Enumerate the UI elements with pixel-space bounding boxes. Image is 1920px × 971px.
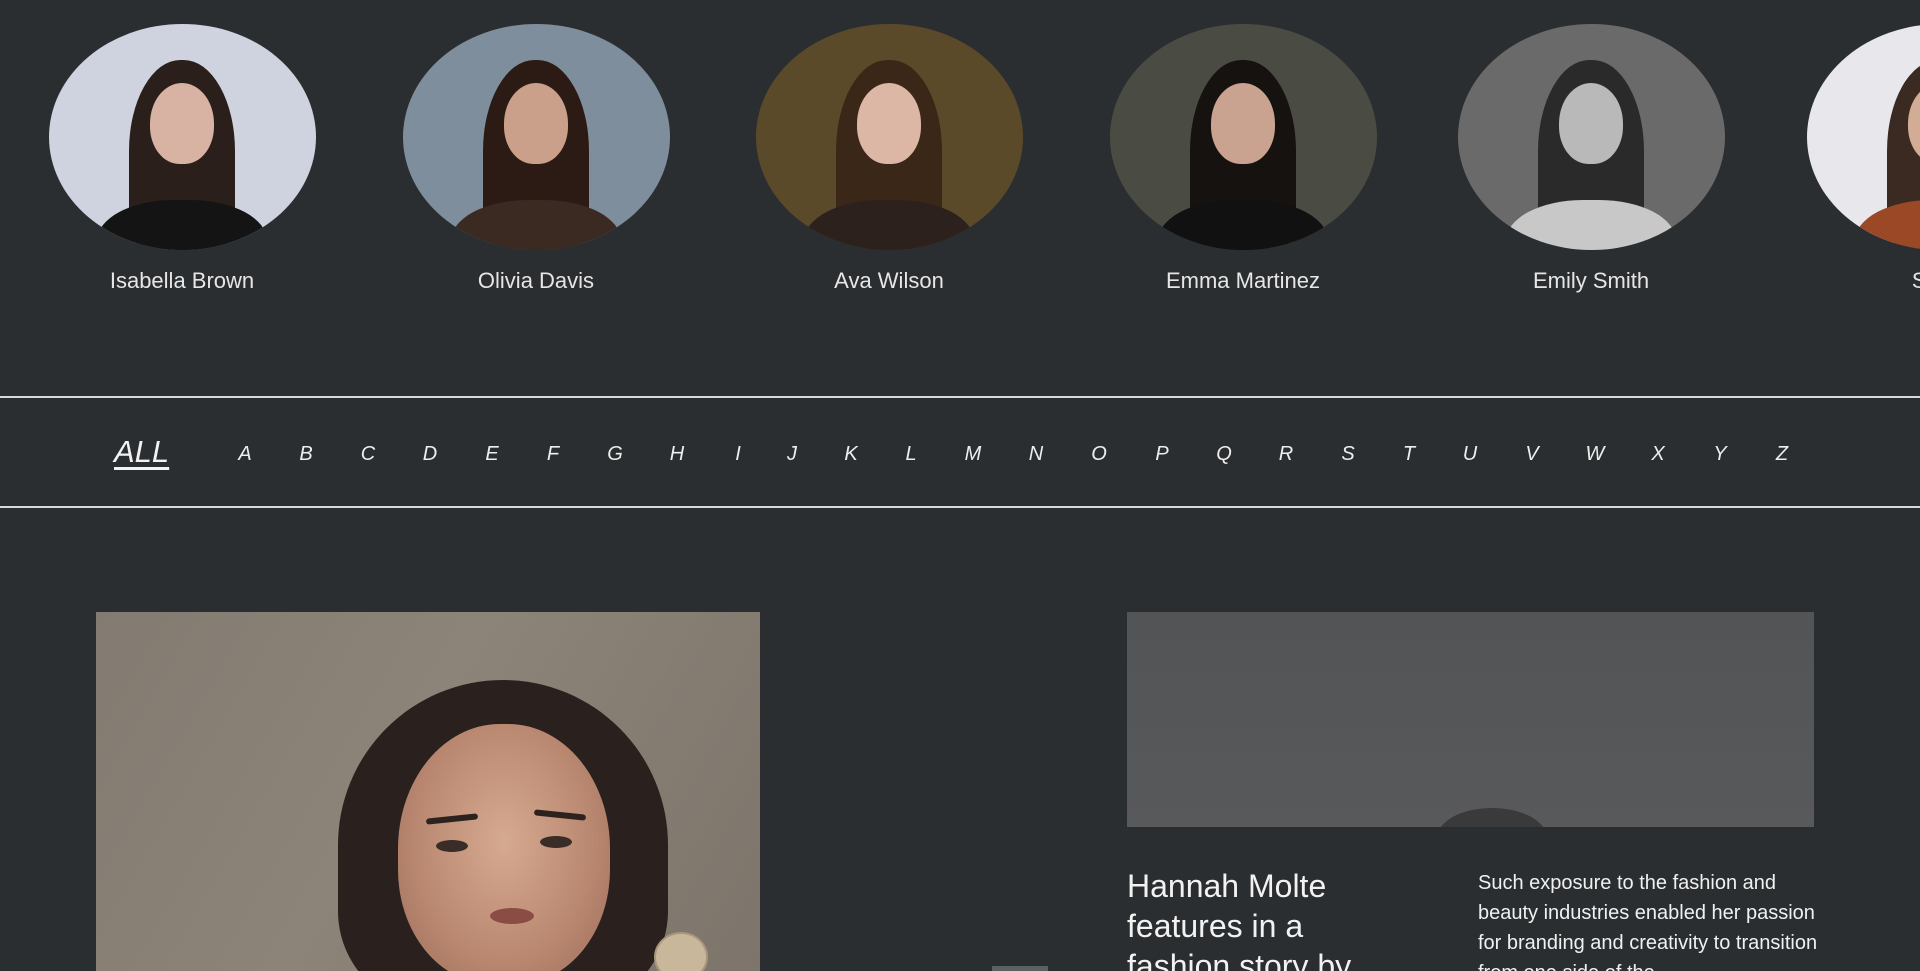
avatar-face — [503, 82, 569, 165]
alphabet-filter-bar: ALL A B C D E F G H I J K L M N O P Q R S T U V W X Y Z — [0, 396, 1920, 508]
photo-earring — [654, 932, 708, 971]
featured-story-title[interactable]: Hannah Molte features in a fashion story… — [1127, 866, 1397, 971]
filter-letter-h[interactable]: H — [662, 443, 692, 466]
model-name[interactable]: Isabella Brown — [32, 268, 332, 294]
featured-story-image-right[interactable] — [1127, 612, 1814, 827]
filter-letter-b[interactable]: B — [291, 443, 321, 466]
model-avatar[interactable] — [755, 24, 1023, 250]
filter-letter-o[interactable]: O — [1084, 443, 1114, 466]
filter-letter-n[interactable]: N — [1021, 443, 1051, 466]
featured-story-excerpt: Such exposure to the fashion and beauty … — [1478, 872, 1818, 971]
filter-letter-u[interactable]: U — [1455, 443, 1485, 466]
filter-letter-t[interactable]: T — [1394, 443, 1424, 466]
model-card-emma-martinez[interactable]: Emma Martinez — [1093, 24, 1393, 294]
filter-letter-g[interactable]: G — [600, 443, 630, 466]
model-avatar[interactable] — [1806, 24, 1920, 250]
page: Isabella Brown Olivia Davis Ava Wilson E… — [0, 0, 1920, 971]
avatar-face — [1558, 82, 1624, 165]
filter-letter-s[interactable]: S — [1333, 443, 1363, 466]
photo-head-silhouette — [1437, 808, 1547, 827]
filter-letter-d[interactable]: D — [415, 443, 445, 466]
filter-letter-k[interactable]: K — [836, 443, 866, 466]
filter-letter-w[interactable]: W — [1580, 443, 1610, 466]
photo-lips — [490, 908, 534, 924]
filter-letter-e[interactable]: E — [477, 443, 507, 466]
model-name[interactable]: Ava Wilson — [739, 268, 1039, 294]
filter-letter-c[interactable]: C — [353, 443, 383, 466]
filter-letter-f[interactable]: F — [538, 443, 568, 466]
model-avatar[interactable] — [48, 24, 316, 250]
filter-letter-i[interactable]: I — [723, 443, 753, 466]
model-avatar[interactable] — [1109, 24, 1377, 250]
model-card-olivia-davis[interactable]: Olivia Davis — [386, 24, 686, 294]
model-name[interactable]: Emily Smith — [1441, 268, 1741, 294]
model-card-emily-smith[interactable]: Emily Smith — [1441, 24, 1741, 294]
avatar-face — [149, 82, 215, 165]
avatar-face — [856, 82, 922, 165]
model-avatar[interactable] — [402, 24, 670, 250]
avatar-face — [1210, 82, 1276, 165]
filter-all-link[interactable]: ALL — [114, 434, 169, 470]
scroll-indicator — [992, 966, 1048, 971]
model-name[interactable]: Emma Martinez — [1093, 268, 1393, 294]
model-card-isabella-brown[interactable]: Isabella Brown — [32, 24, 332, 294]
filter-letter-q[interactable]: Q — [1209, 443, 1239, 466]
photo-eye-left — [436, 840, 468, 852]
filter-letter-x[interactable]: X — [1643, 443, 1673, 466]
model-name[interactable]: Olivia Davis — [386, 268, 686, 294]
filter-letter-z[interactable]: Z — [1767, 443, 1797, 466]
filter-letter-l[interactable]: L — [896, 443, 926, 466]
model-carousel[interactable]: Isabella Brown Olivia Davis Ava Wilson E… — [0, 0, 1920, 330]
filter-letter-j[interactable]: J — [777, 443, 807, 466]
photo-face — [398, 724, 610, 971]
model-card-ava-wilson[interactable]: Ava Wilson — [739, 24, 1039, 294]
filter-letter-p[interactable]: P — [1147, 443, 1177, 466]
filter-letter-m[interactable]: M — [958, 443, 988, 466]
featured-story-image-left[interactable] — [96, 612, 760, 971]
filter-letter-a[interactable]: A — [230, 443, 260, 466]
filter-letter-r[interactable]: R — [1271, 443, 1301, 466]
model-name[interactable]: Sophi — [1790, 268, 1920, 294]
photo-eye-right — [540, 836, 572, 848]
filter-letter-v[interactable]: V — [1517, 443, 1547, 466]
filter-letter-y[interactable]: Y — [1705, 443, 1735, 466]
model-card-sophi[interactable]: Sophi — [1790, 24, 1920, 294]
model-avatar[interactable] — [1457, 24, 1725, 250]
